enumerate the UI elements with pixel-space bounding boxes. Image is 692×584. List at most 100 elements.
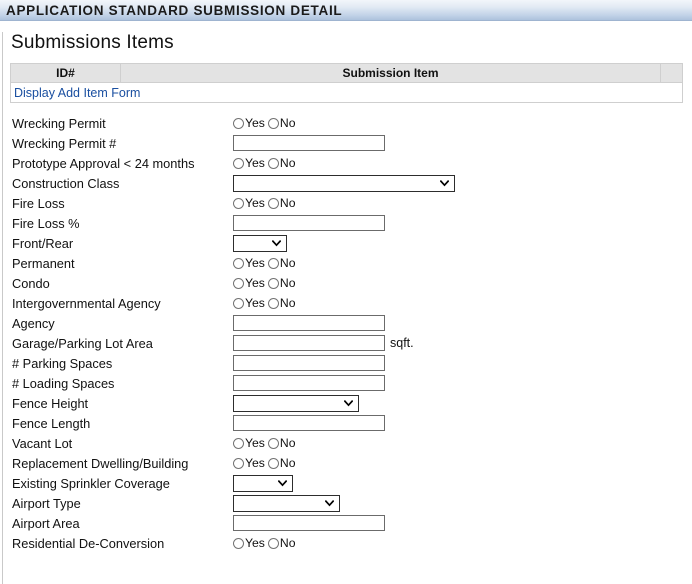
form-row-condo: Condo Yes No [10, 273, 692, 293]
radio-label-yes: Yes [245, 156, 265, 170]
radio-group-condo: Yes No [233, 276, 298, 290]
radio-condo-yes[interactable]: Yes [233, 276, 267, 290]
label-garage-parking-lot-area: Garage/Parking Lot Area [12, 335, 153, 351]
label-wrecking-permit: Wrecking Permit # [12, 135, 117, 151]
control-fire-loss: Yes No [233, 193, 298, 213]
input-fence-length[interactable] [233, 415, 385, 431]
control-residential-de-conversion: Yes No [233, 533, 298, 553]
label-replacement-dwelling-building: Replacement Dwelling/Building [12, 455, 189, 471]
input-parking-spaces[interactable] [233, 355, 385, 371]
label-condo: Condo [12, 275, 50, 291]
control-wrecking-permit [233, 133, 385, 153]
radio-residential-de-conversion-no[interactable]: No [267, 536, 298, 550]
radio-label-no: No [279, 456, 296, 470]
radio-button-icon[interactable] [233, 297, 244, 309]
chevron-down-icon[interactable] [440, 179, 449, 188]
radio-button-icon[interactable] [233, 157, 244, 169]
control-garage-parking-lot-area: sqft. [233, 333, 414, 353]
radio-button-icon[interactable] [233, 197, 244, 209]
radio-button-icon[interactable] [233, 537, 244, 549]
form-row-airport-area: Airport Area [10, 513, 692, 533]
chevron-down-icon[interactable] [325, 499, 334, 508]
control-condo: Yes No [233, 273, 298, 293]
input-garage-parking-lot-area[interactable] [233, 335, 385, 351]
form-row-existing-sprinkler-coverage: Existing Sprinkler Coverage [10, 473, 692, 493]
radio-wrecking-permit-no[interactable]: No [267, 116, 298, 130]
radio-condo-no[interactable]: No [267, 276, 298, 290]
display-add-item-form-link[interactable]: Display Add Item Form [14, 86, 140, 100]
radio-label-no: No [279, 436, 296, 450]
radio-button-icon[interactable] [267, 297, 279, 309]
radio-wrecking-permit-yes[interactable]: Yes [233, 116, 267, 130]
input-airport-area[interactable] [233, 515, 385, 531]
control-wrecking-permit: Yes No [233, 113, 298, 133]
radio-intergovernmental-agency-no[interactable]: No [267, 296, 298, 310]
unit-label-garage-parking-lot-area: sqft. [390, 336, 414, 350]
radio-button-icon[interactable] [267, 537, 279, 549]
radio-vacant-lot-no[interactable]: No [267, 436, 298, 450]
label-loading-spaces: # Loading Spaces [12, 375, 115, 391]
radio-prototype-approval-24-months-yes[interactable]: Yes [233, 156, 267, 170]
radio-label-no: No [279, 536, 296, 550]
form-row-garage-parking-lot-area: Garage/Parking Lot Area sqft. [10, 333, 692, 353]
form-row-fire-loss: Fire Loss Yes No [10, 193, 692, 213]
radio-vacant-lot-yes[interactable]: Yes [233, 436, 267, 450]
radio-label-yes: Yes [245, 196, 265, 210]
radio-replacement-dwelling-building-no[interactable]: No [267, 456, 298, 470]
form-row-intergovernmental-agency: Intergovernmental Agency Yes No [10, 293, 692, 313]
radio-group-permanent: Yes No [233, 256, 298, 270]
radio-residential-de-conversion-yes[interactable]: Yes [233, 536, 267, 550]
radio-button-icon[interactable] [267, 117, 279, 129]
radio-button-icon[interactable] [267, 257, 279, 269]
radio-label-no: No [279, 116, 296, 130]
radio-replacement-dwelling-building-yes[interactable]: Yes [233, 456, 267, 470]
radio-fire-loss-no[interactable]: No [267, 196, 298, 210]
radio-intergovernmental-agency-yes[interactable]: Yes [233, 296, 267, 310]
submissions-items-table: ID# Submission Item Display Add Item For… [10, 63, 683, 103]
radio-label-yes: Yes [245, 116, 265, 130]
radio-permanent-yes[interactable]: Yes [233, 256, 267, 270]
radio-label-no: No [279, 296, 296, 310]
radio-button-icon[interactable] [233, 117, 244, 129]
label-prototype-approval-24-months: Prototype Approval < 24 months [12, 155, 195, 171]
radio-button-icon[interactable] [267, 457, 279, 469]
radio-button-icon[interactable] [267, 277, 279, 289]
column-header-actions [660, 63, 683, 83]
label-wrecking-permit: Wrecking Permit [12, 115, 106, 131]
page-title: APPLICATION STANDARD SUBMISSION DETAIL [6, 2, 343, 18]
radio-label-yes: Yes [245, 296, 265, 310]
control-permanent: Yes No [233, 253, 298, 273]
chevron-down-icon[interactable] [278, 479, 287, 488]
radio-button-icon[interactable] [233, 457, 244, 469]
select-front-rear[interactable] [233, 234, 287, 252]
table-row-add-item: Display Add Item Form [10, 82, 683, 103]
select-construction-class[interactable] [233, 174, 455, 192]
chevron-down-icon[interactable] [344, 399, 353, 408]
input-loading-spaces[interactable] [233, 375, 385, 391]
radio-button-icon[interactable] [267, 157, 279, 169]
form-row-loading-spaces: # Loading Spaces [10, 373, 692, 393]
select-airport-type[interactable] [233, 494, 340, 512]
label-intergovernmental-agency: Intergovernmental Agency [12, 295, 161, 311]
table-header-row: ID# Submission Item [10, 63, 683, 83]
control-existing-sprinkler-coverage [233, 473, 293, 493]
chevron-down-icon[interactable] [272, 239, 281, 248]
radio-button-icon[interactable] [233, 277, 244, 289]
radio-permanent-no[interactable]: No [267, 256, 298, 270]
radio-group-wrecking-permit: Yes No [233, 116, 298, 130]
radio-fire-loss-yes[interactable]: Yes [233, 196, 267, 210]
radio-button-icon[interactable] [267, 437, 279, 449]
radio-prototype-approval-24-months-no[interactable]: No [267, 156, 298, 170]
select-fence-height[interactable] [233, 394, 359, 412]
control-replacement-dwelling-building: Yes No [233, 453, 298, 473]
input-agency[interactable] [233, 315, 385, 331]
radio-button-icon[interactable] [267, 197, 279, 209]
input-wrecking-permit[interactable] [233, 135, 385, 151]
select-existing-sprinkler-coverage[interactable] [233, 474, 293, 492]
radio-label-yes: Yes [245, 256, 265, 270]
radio-button-icon[interactable] [233, 257, 244, 269]
radio-button-icon[interactable] [233, 437, 244, 449]
input-fire-loss[interactable] [233, 215, 385, 231]
radio-group-prototype-approval-24-months: Yes No [233, 156, 298, 170]
control-front-rear [233, 233, 287, 253]
